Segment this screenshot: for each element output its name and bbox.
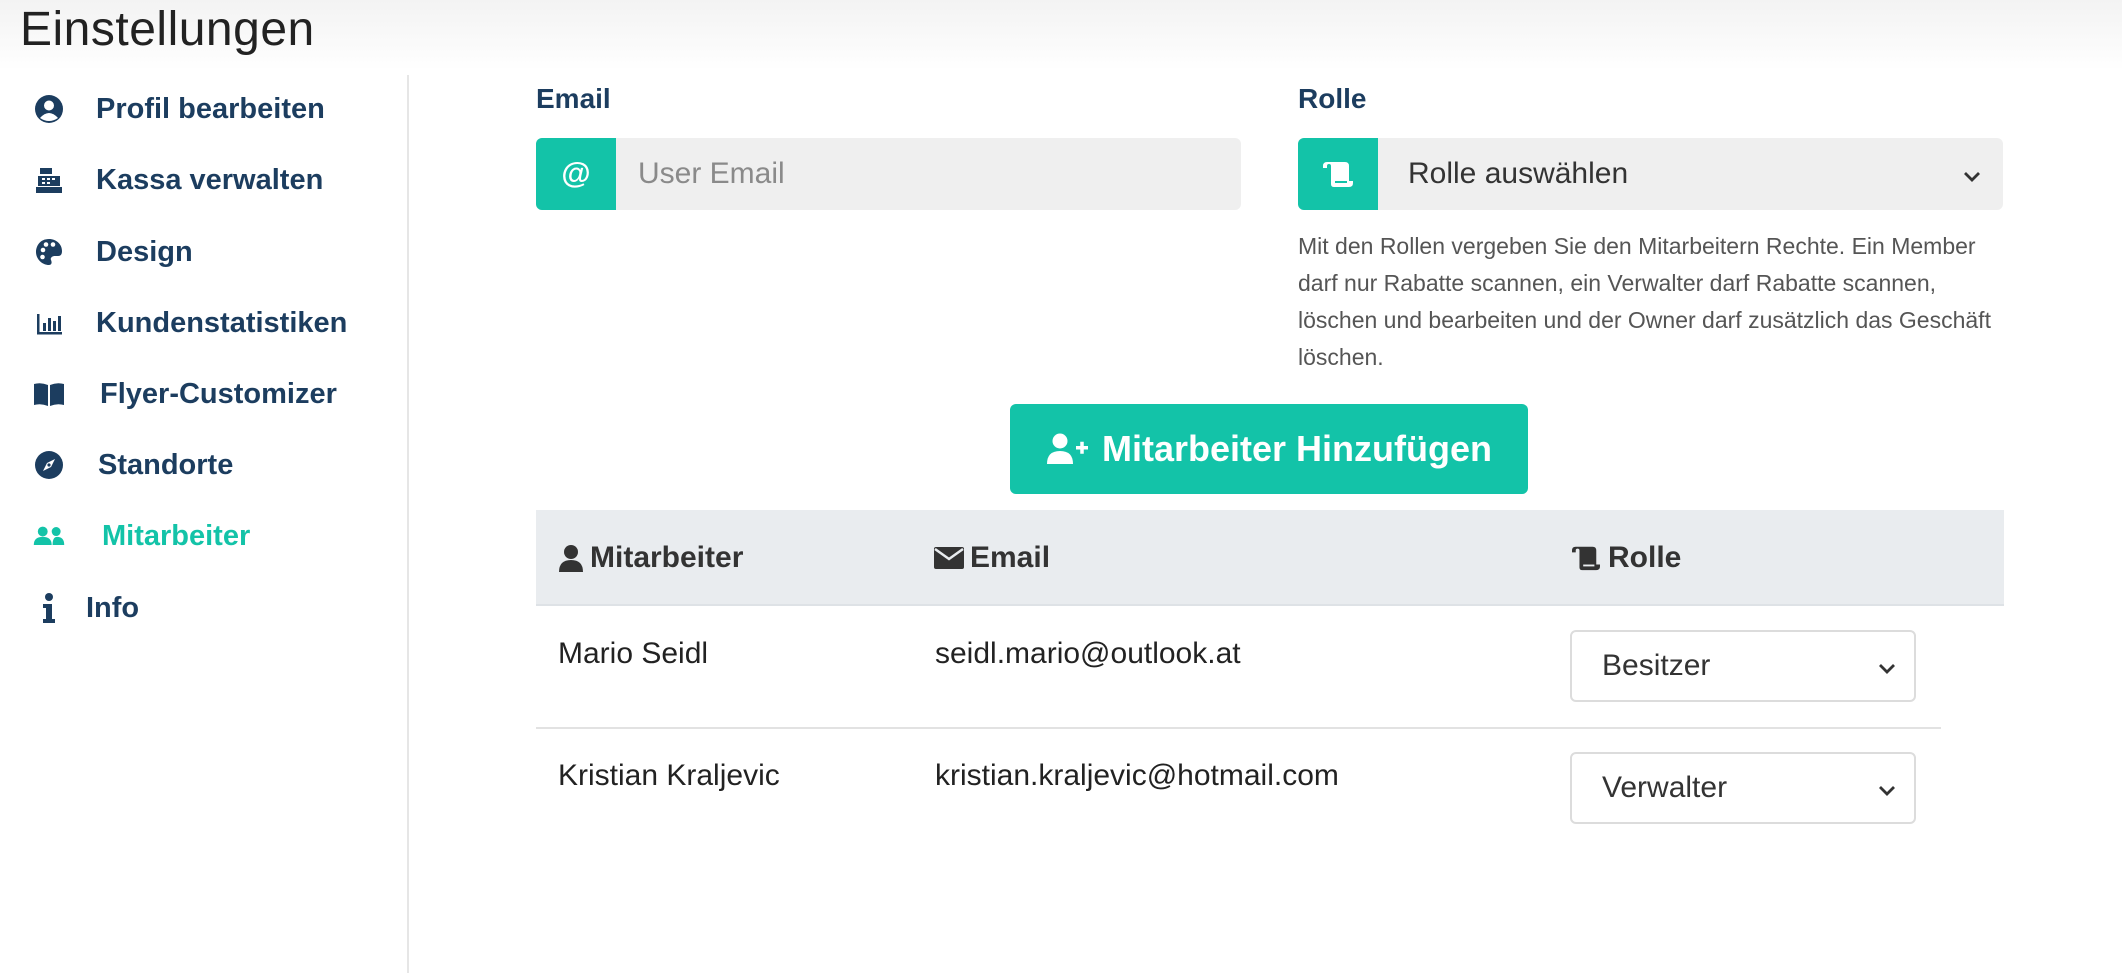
role-select-value: Rolle auswählen: [1408, 157, 1629, 190]
chevron-down-icon: [1878, 771, 1896, 805]
page-header: [0, 0, 2122, 70]
column-header-role: Rolle: [1570, 510, 1681, 606]
sidebar-item-kundenstatistiken[interactable]: Kundenstatistiken: [32, 303, 347, 343]
column-header-employee: Mitarbeiter: [558, 510, 743, 606]
book-open-icon: [32, 377, 66, 411]
sidebar-item-label: Profil bearbeiten: [96, 92, 325, 125]
sidebar-item-flyer-customizer[interactable]: Flyer-Customizer: [32, 374, 337, 414]
sidebar-item-kassa[interactable]: Kassa verwalten: [32, 160, 323, 200]
scroll-icon: [1298, 138, 1378, 210]
bar-chart-icon: [32, 306, 66, 340]
table-row-name: Kristian Kraljevic: [558, 759, 780, 792]
role-help-text: Mit den Rollen vergeben Sie den Mitarbei…: [1298, 233, 1991, 370]
user-plus-icon: [1046, 432, 1092, 466]
sidebar-item-design[interactable]: Design: [32, 232, 193, 272]
info-icon: [32, 591, 66, 625]
email-input-group: @: [536, 138, 1241, 210]
table-row-email: kristian.kraljevic@hotmail.com: [935, 759, 1339, 792]
page-title: Einstellungen: [20, 3, 315, 56]
email-field[interactable]: [616, 138, 1241, 210]
role-select[interactable]: Rolle auswählen: [1298, 138, 2003, 210]
email-label: Email: [536, 83, 611, 114]
sidebar-item-profil[interactable]: Profil bearbeiten: [32, 89, 325, 129]
sidebar-item-label: Flyer-Customizer: [100, 377, 337, 410]
sidebar-item-label: Mitarbeiter: [102, 519, 251, 552]
sidebar-item-label: Kundenstatistiken: [96, 306, 348, 339]
at-sign-icon: @: [536, 138, 616, 210]
row-role-select[interactable]: Verwalter: [1570, 752, 1916, 824]
add-employee-button[interactable]: Mitarbeiter Hinzufügen: [1010, 404, 1528, 494]
role-label: Rolle: [1298, 83, 1367, 114]
user-circle-icon: [32, 92, 66, 126]
add-employee-button-label: Mitarbeiter Hinzufügen: [1101, 428, 1492, 469]
sidebar-item-mitarbeiter[interactable]: Mitarbeiter: [32, 516, 250, 556]
compass-icon: [32, 448, 66, 482]
sidebar-divider: [407, 75, 409, 973]
table-row-name: Mario Seidl: [558, 637, 709, 670]
sidebar-item-label: Design: [96, 235, 193, 268]
sidebar-item-label: Info: [86, 591, 140, 624]
scroll-icon: [1570, 544, 1602, 572]
sidebar-item-info[interactable]: Info: [32, 588, 139, 628]
user-icon: [558, 544, 584, 572]
sidebar-item-label: Kassa verwalten: [96, 163, 324, 196]
users-icon: [32, 519, 66, 553]
palette-icon: [32, 235, 66, 269]
envelope-icon: [934, 547, 964, 569]
column-header-email: Email: [934, 510, 1050, 606]
employee-table-header: Mitarbeiter Email Rolle: [536, 510, 2004, 606]
chevron-down-icon: [1963, 157, 1981, 191]
row-role-select[interactable]: Besitzer: [1570, 630, 1916, 702]
table-row-email: seidl.mario@outlook.at: [935, 637, 1241, 670]
cash-register-icon: [32, 163, 66, 197]
sidebar-item-label: Standorte: [98, 448, 234, 481]
sidebar-item-standorte[interactable]: Standorte: [32, 445, 233, 485]
chevron-down-icon: [1878, 649, 1896, 683]
row-divider: [536, 727, 1941, 729]
